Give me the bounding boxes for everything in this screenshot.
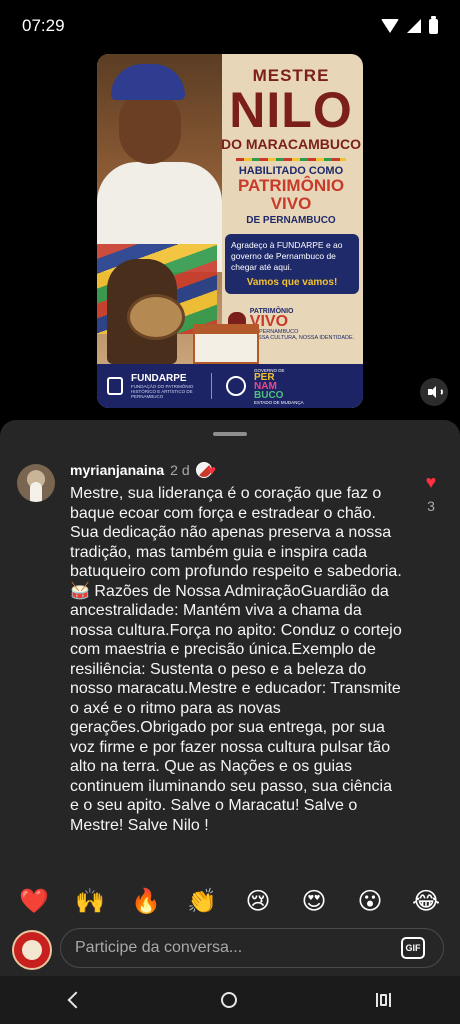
- my-avatar: [12, 930, 52, 970]
- government-seal-icon: [226, 376, 246, 396]
- fundarpe-subtitle: FUNDAÇÃO DO PATRIMÔNIO HISTÓRICO E ARTÍS…: [131, 384, 194, 399]
- status-icons: [381, 15, 438, 34]
- gov-tagline: ESTADO DE MUDANÇA: [254, 399, 304, 405]
- commenter-avatar[interactable]: [17, 464, 55, 502]
- reaction-fire[interactable]: 🔥: [126, 888, 166, 916]
- poster-quote-text: Agradeço à FUNDARPE e ao governo de Pern…: [231, 240, 343, 272]
- footer-divider: [211, 373, 212, 399]
- reaction-laugh[interactable]: 😂: [406, 888, 446, 916]
- poster-photo: [97, 54, 222, 364]
- gov-buco: BUCO: [254, 389, 284, 401]
- back-icon[interactable]: [67, 991, 84, 1009]
- reaction-surprised[interactable]: 😮: [350, 888, 390, 916]
- logo-line-4: NOSSA CULTURA, NOSSA IDENTIDADE.: [249, 335, 355, 341]
- battery-icon: [429, 15, 438, 34]
- reaction-clap[interactable]: 👏: [182, 888, 222, 916]
- comment-item: myrianjanaina 2 d ♥ Mestre, sua lideranç…: [0, 460, 460, 880]
- poster-pernambuco: DE PERNAMBUCO: [246, 215, 336, 226]
- post-image[interactable]: MESTRE NILO DO MARACAMBUCO HABILITADO CO…: [97, 54, 363, 408]
- person-face: [119, 92, 181, 164]
- comment-header: myrianjanaina 2 d ♥: [70, 460, 216, 480]
- creator-liked-badge: ♥: [195, 462, 216, 478]
- poster-patrimonio: PATRIMÔNIO VIVO: [237, 176, 345, 213]
- status-bar: 07:29: [0, 0, 460, 52]
- comment-text: Mestre, sua liderança é o coração que fa…: [70, 485, 402, 834]
- heart-icon: ♥: [207, 462, 216, 478]
- reaction-heart[interactable]: ❤️: [14, 888, 54, 916]
- comment-input-box[interactable]: GIF: [60, 928, 444, 968]
- poster-title-sub: DO MARACAMBUCO: [221, 136, 361, 152]
- comment-input[interactable]: [75, 939, 375, 957]
- poster-divider: [236, 158, 346, 161]
- status-time: 07:29: [22, 16, 65, 35]
- home-icon[interactable]: [220, 992, 237, 1008]
- logo-line-2: VIVO: [249, 313, 289, 330]
- reaction-heart-eyes[interactable]: 😍: [294, 888, 334, 916]
- speaker-icon: [428, 386, 443, 398]
- comment-input-row: GIF: [0, 928, 460, 972]
- fundarpe-name: FUNDARPE: [131, 373, 187, 384]
- wifi-icon: [381, 19, 399, 33]
- comment-time: 2 d: [170, 462, 190, 478]
- poster-text-area: MESTRE NILO DO MARACAMBUCO HABILITADO CO…: [219, 54, 363, 364]
- building-illustration: [193, 324, 259, 364]
- like-count: 3: [427, 498, 435, 514]
- navigation-bar: [0, 976, 460, 1024]
- quick-reactions: ❤️ 🙌 🔥 👏 😢 😍 😮 😂: [0, 888, 460, 916]
- poster-footer: FUNDARPE FUNDAÇÃO DO PATRIMÔNIO HISTÓRIC…: [97, 364, 363, 408]
- signal-icon: [407, 19, 421, 33]
- reaction-raised-hands[interactable]: 🙌: [70, 888, 110, 916]
- like-heart-icon[interactable]: ♥: [420, 472, 442, 493]
- comment-username[interactable]: myrianjanaina: [70, 462, 164, 478]
- fundarpe-badge-icon: [107, 377, 123, 395]
- volume-button[interactable]: [420, 378, 448, 406]
- comments-sheet: myrianjanaina 2 d ♥ Mestre, sua lideranç…: [0, 420, 460, 976]
- drum-icon: [127, 294, 185, 340]
- poster-title-main: NILO: [229, 82, 353, 138]
- person-cap: [111, 64, 185, 100]
- poster-quote-strong: Vamos que vamos!: [246, 277, 338, 288]
- drag-handle[interactable]: [213, 432, 247, 436]
- gif-button[interactable]: GIF: [401, 937, 425, 959]
- government-logo: GOVERNO DE PER NAM BUCO ESTADO DE MUDANÇ…: [254, 368, 304, 405]
- recent-apps-icon[interactable]: [375, 993, 391, 1007]
- reaction-cry[interactable]: 😢: [238, 888, 278, 916]
- poster-quote: Agradeço à FUNDARPE e ao governo de Pern…: [225, 234, 359, 294]
